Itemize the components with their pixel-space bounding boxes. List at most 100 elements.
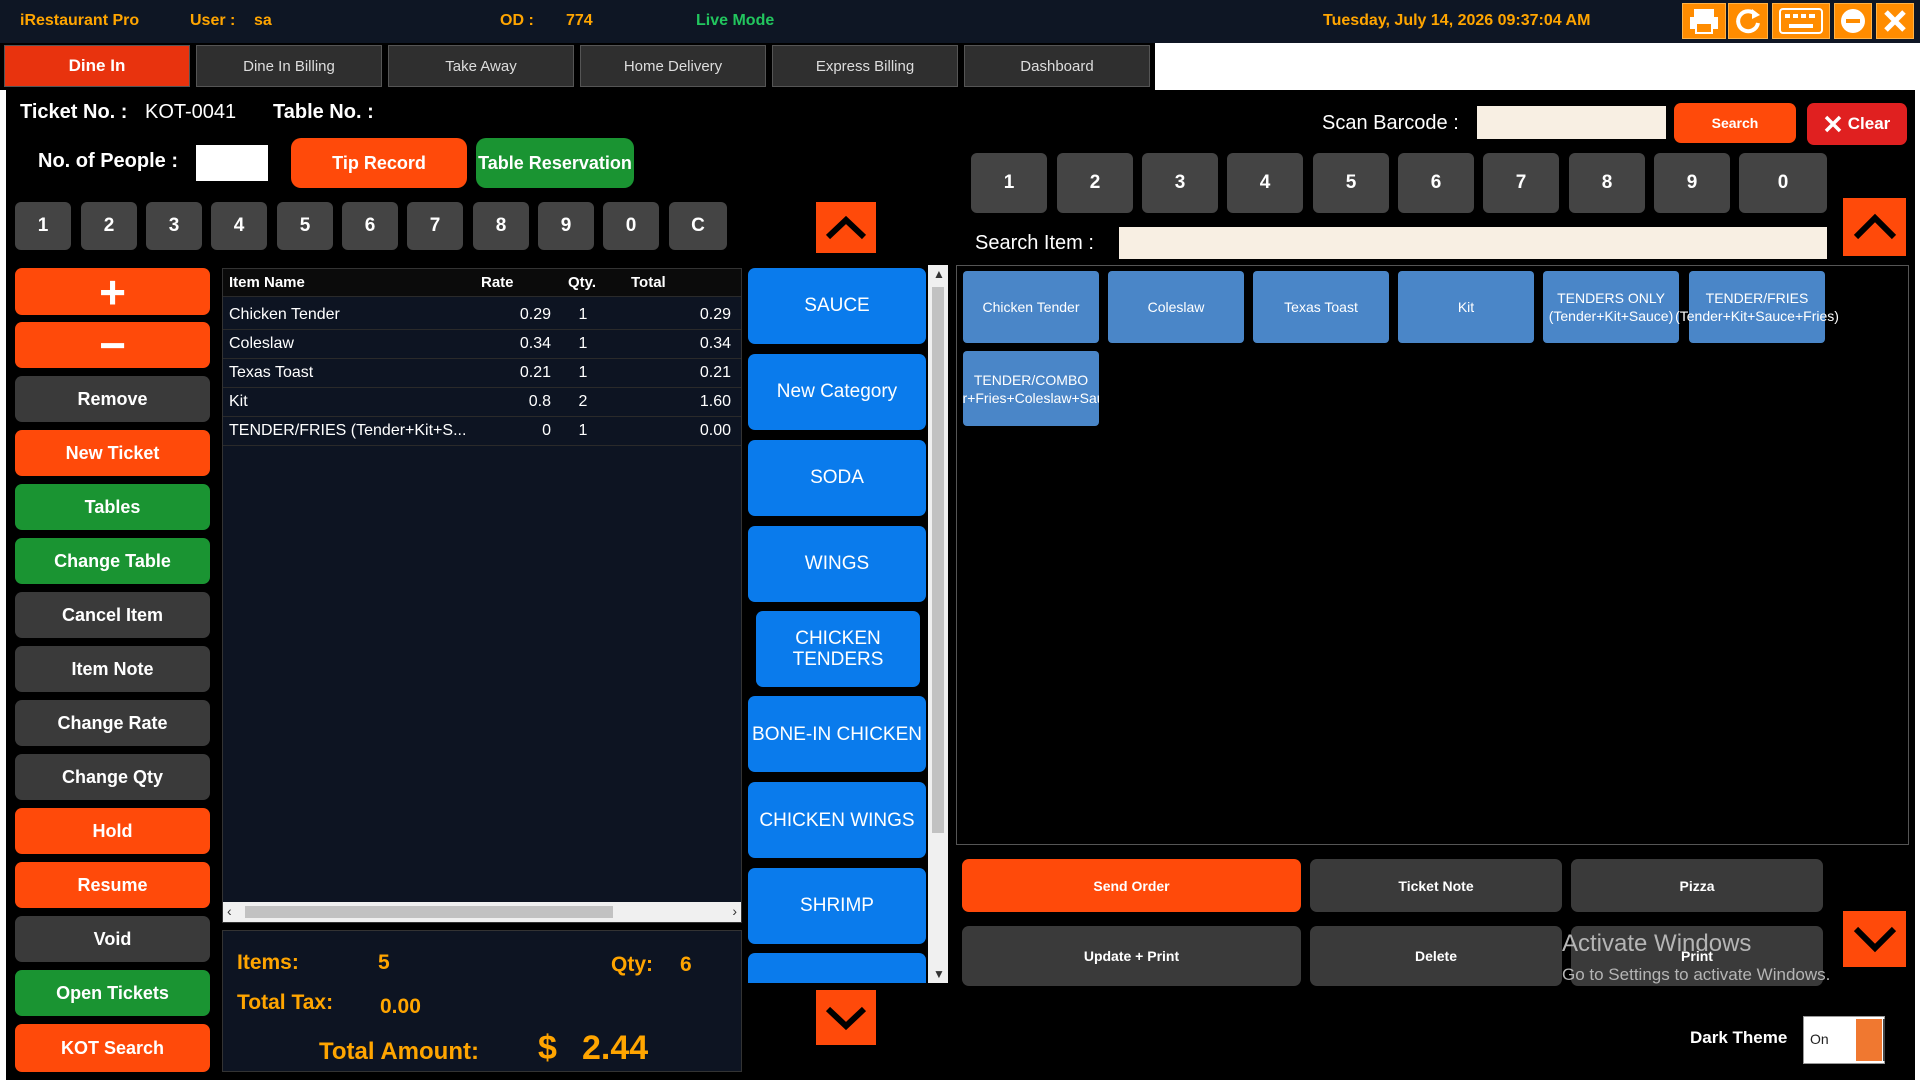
items-scroll-down-icon[interactable] bbox=[1843, 911, 1906, 967]
hold-button[interactable]: Hold bbox=[15, 808, 210, 854]
pizza-button[interactable]: Pizza bbox=[1571, 859, 1823, 912]
keypad-1[interactable]: 1 bbox=[15, 202, 71, 250]
table-reservation-button[interactable]: Table Reservation bbox=[476, 138, 634, 188]
refresh-icon[interactable] bbox=[1728, 3, 1768, 39]
cell-qty: 1 bbox=[578, 422, 588, 439]
toggle-knob[interactable] bbox=[1856, 1019, 1882, 1061]
keypad-right-1[interactable]: 1 bbox=[971, 153, 1047, 213]
category-new-category[interactable]: New Category bbox=[748, 354, 926, 430]
category-chicken-tenders[interactable]: CHICKEN TENDERS bbox=[756, 611, 920, 687]
keypad-3[interactable]: 3 bbox=[146, 202, 202, 250]
keypad-right-6[interactable]: 6 bbox=[1398, 153, 1474, 213]
change-qty-button[interactable]: Change Qty bbox=[15, 754, 210, 800]
table-row[interactable]: Texas Toast 0.21 1 0.21 bbox=[223, 359, 741, 388]
item-texas-toast[interactable]: Texas Toast bbox=[1253, 271, 1389, 343]
grid-horizontal-scrollbar[interactable]: ‹ › bbox=[223, 902, 741, 922]
keypad-4[interactable]: 4 bbox=[211, 202, 267, 250]
category-bone-in-chicken[interactable]: BONE-IN CHICKEN bbox=[748, 696, 926, 772]
tab-express-billing[interactable]: Express Billing bbox=[772, 45, 958, 87]
update-print-button[interactable]: Update + Print bbox=[962, 926, 1301, 986]
cancel-item-button[interactable]: Cancel Item bbox=[15, 592, 210, 638]
keypad-right-9[interactable]: 9 bbox=[1654, 153, 1730, 213]
item-tenders-only[interactable]: TENDERS ONLY (Tender+Kit+Sauce) bbox=[1543, 271, 1679, 343]
cell-total: 0.21 bbox=[699, 364, 731, 381]
keyboard-icon[interactable] bbox=[1772, 3, 1830, 39]
item-kit[interactable]: Kit bbox=[1398, 271, 1534, 343]
tab-dine-in[interactable]: Dine In bbox=[4, 45, 190, 87]
scrollbar-thumb[interactable] bbox=[932, 287, 944, 833]
tab-home-delivery[interactable]: Home Delivery bbox=[580, 45, 766, 87]
item-note-button[interactable]: Item Note bbox=[15, 646, 210, 692]
scrollbar-thumb[interactable] bbox=[245, 906, 613, 918]
tab-dine-in-billing[interactable]: Dine In Billing bbox=[196, 45, 382, 87]
keypad-6[interactable]: 6 bbox=[342, 202, 398, 250]
keypad-7[interactable]: 7 bbox=[407, 202, 463, 250]
ticket-no-label: Ticket No. : bbox=[20, 101, 128, 123]
table-row[interactable]: Chicken Tender 0.29 1 0.29 bbox=[223, 301, 741, 330]
category-scroll-up-icon[interactable] bbox=[816, 202, 876, 253]
ticket-note-button[interactable]: Ticket Note bbox=[1310, 859, 1562, 912]
keypad-right-5[interactable]: 5 bbox=[1313, 153, 1389, 213]
category-shrimp[interactable]: SHRIMP bbox=[748, 868, 926, 944]
table-row[interactable]: Coleslaw 0.34 1 0.34 bbox=[223, 330, 741, 359]
search-button[interactable]: Search bbox=[1674, 103, 1796, 143]
category-chicken-wings[interactable]: CHICKEN WINGS bbox=[748, 782, 926, 858]
keypad-5[interactable]: 5 bbox=[277, 202, 333, 250]
new-ticket-button[interactable]: New Ticket bbox=[15, 430, 210, 476]
send-order-button[interactable]: Send Order bbox=[962, 859, 1301, 912]
clear-button[interactable]: Clear bbox=[1807, 103, 1907, 145]
search-item-input[interactable] bbox=[1119, 227, 1827, 259]
barcode-input[interactable] bbox=[1477, 106, 1666, 139]
tip-record-button[interactable]: Tip Record bbox=[291, 138, 467, 188]
minimize-icon[interactable] bbox=[1834, 3, 1872, 39]
category-soda[interactable]: SODA bbox=[748, 440, 926, 516]
close-icon[interactable] bbox=[1876, 3, 1914, 39]
tab-dashboard[interactable]: Dashboard bbox=[964, 45, 1150, 87]
item-chicken-tender[interactable]: Chicken Tender bbox=[963, 271, 1099, 343]
keypad-right-3[interactable]: 3 bbox=[1142, 153, 1218, 213]
item-tender-combo[interactable]: TENDER/COMBO (Tender+Fries+Coleslaw+Sauc… bbox=[963, 351, 1099, 426]
scroll-down-icon[interactable]: ▼ bbox=[933, 967, 945, 981]
scroll-left-icon[interactable]: ‹ bbox=[227, 903, 232, 919]
category-partial[interactable] bbox=[748, 953, 926, 983]
printer-icon[interactable] bbox=[1682, 3, 1726, 39]
od-value: 774 bbox=[566, 12, 593, 29]
dark-theme-toggle[interactable]: On bbox=[1803, 1016, 1885, 1064]
open-tickets-button[interactable]: Open Tickets bbox=[15, 970, 210, 1016]
scroll-right-icon[interactable]: › bbox=[732, 903, 737, 919]
scroll-up-icon[interactable]: ▲ bbox=[933, 267, 945, 281]
keypad-9[interactable]: 9 bbox=[538, 202, 594, 250]
category-sauce[interactable]: SAUCE bbox=[748, 268, 926, 344]
tables-button[interactable]: Tables bbox=[15, 484, 210, 530]
change-rate-button[interactable]: Change Rate bbox=[15, 700, 210, 746]
resume-button[interactable]: Resume bbox=[15, 862, 210, 908]
keypad-right-7[interactable]: 7 bbox=[1483, 153, 1559, 213]
increment-button[interactable]: + bbox=[15, 266, 210, 318]
table-row[interactable]: TENDER/FRIES (Tender+Kit+S... 0 1 0.00 bbox=[223, 417, 741, 446]
category-wings[interactable]: WINGS bbox=[748, 526, 926, 602]
total-amount-value: 2.44 bbox=[582, 1029, 649, 1067]
keypad-right-8[interactable]: 8 bbox=[1569, 153, 1645, 213]
table-row[interactable]: Kit 0.8 2 1.60 bbox=[223, 388, 741, 417]
decrement-button[interactable]: − bbox=[15, 319, 210, 371]
remove-button[interactable]: Remove bbox=[15, 376, 210, 422]
cell-qty: 2 bbox=[578, 393, 588, 410]
keypad-right-2[interactable]: 2 bbox=[1057, 153, 1133, 213]
change-table-button[interactable]: Change Table bbox=[15, 538, 210, 584]
void-button[interactable]: Void bbox=[15, 916, 210, 962]
item-coleslaw[interactable]: Coleslaw bbox=[1108, 271, 1244, 343]
items-scroll-up-icon[interactable] bbox=[1843, 198, 1906, 256]
keypad-8[interactable]: 8 bbox=[473, 202, 529, 250]
keypad-0[interactable]: 0 bbox=[603, 202, 659, 250]
keypad-right-4[interactable]: 4 bbox=[1227, 153, 1303, 213]
kot-search-button[interactable]: KOT Search bbox=[15, 1024, 210, 1072]
people-input[interactable] bbox=[196, 145, 268, 181]
delete-button[interactable]: Delete bbox=[1310, 926, 1562, 986]
category-vertical-scrollbar[interactable]: ▲ ▼ bbox=[928, 265, 948, 983]
category-scroll-down-icon[interactable] bbox=[816, 990, 876, 1045]
keypad-2[interactable]: 2 bbox=[81, 202, 137, 250]
keypad-right-0[interactable]: 0 bbox=[1739, 153, 1827, 213]
tab-take-away[interactable]: Take Away bbox=[388, 45, 574, 87]
item-tender-fries[interactable]: TENDER/FRIES (Tender+Kit+Sauce+Fries) bbox=[1675, 271, 1839, 343]
keypad-clear[interactable]: C bbox=[669, 202, 727, 250]
